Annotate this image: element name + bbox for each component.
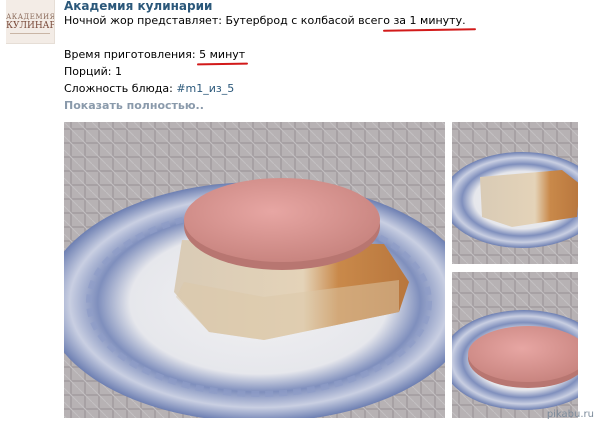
intro-period: .: [462, 14, 466, 27]
watermark: pikabu.ru: [546, 409, 594, 420]
avatar-divider: [10, 33, 50, 38]
prep-time-label: Время приготовления:: [64, 48, 200, 61]
author-link[interactable]: Академия кулинарии: [64, 0, 212, 13]
difficulty-label: Сложность блюда:: [64, 82, 177, 95]
avatar-text-bottom: КУЛИНАРИИ: [6, 21, 55, 31]
avatar-text-top: АКАДЕМИЯ: [6, 13, 55, 21]
photo-thumbnail-bottom[interactable]: [452, 272, 578, 418]
show-more-link[interactable]: Показать полностью..: [64, 99, 204, 112]
photo-thumbnail-top[interactable]: [452, 122, 578, 264]
portions-line: Порций: 1: [64, 65, 122, 78]
post-intro: Ночной жор представляет: Бутерброд с кол…: [64, 14, 466, 27]
prep-time-value: 5 минут: [199, 48, 246, 61]
photo-main-image: [64, 122, 445, 418]
intro-highlighted-text: за 1 минуту: [393, 14, 463, 27]
difficulty-hashtag[interactable]: #m1_из_5: [176, 82, 234, 95]
intro-text: Ночной жор представляет: Бутерброд с кол…: [64, 14, 394, 27]
prep-time-line: Время приготовления: 5 минут: [64, 48, 245, 61]
difficulty-line: Сложность блюда: #m1_из_5: [64, 82, 234, 95]
group-avatar[interactable]: АКАДЕМИЯ КУЛИНАРИИ: [6, 0, 55, 44]
photo-top-image: [452, 122, 578, 264]
photo-main[interactable]: [64, 122, 445, 418]
photo-bottom-image: [452, 272, 578, 418]
